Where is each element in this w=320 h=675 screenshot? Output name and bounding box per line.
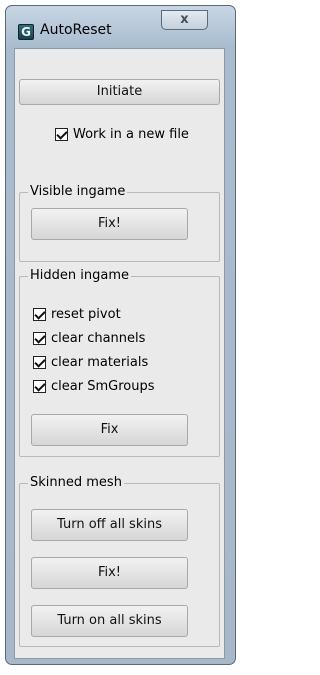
app-icon[interactable]: G	[18, 24, 34, 40]
hidden-ingame-group: Hidden ingame reset pivot clear channels…	[19, 268, 220, 457]
turn-off-all-skins-button[interactable]: Turn off all skins	[31, 509, 188, 541]
work-in-new-file-checkbox[interactable]	[55, 128, 68, 141]
skinned-mesh-group: Skinned mesh Turn off all skins Fix! Tur…	[19, 475, 220, 647]
initiate-button[interactable]: Initiate	[19, 79, 220, 105]
work-in-new-file-label: Work in a new file	[73, 127, 189, 142]
visible-ingame-title: Visible ingame	[28, 184, 128, 200]
clear-materials-label: clear materials	[51, 355, 149, 370]
clear-channels-label: clear channels	[51, 331, 146, 346]
skinned-fix-button[interactable]: Fix!	[31, 557, 188, 589]
reset-pivot-option[interactable]: reset pivot	[33, 307, 121, 322]
clear-smgroups-option[interactable]: clear SmGroups	[33, 379, 154, 394]
clear-smgroups-label: clear SmGroups	[51, 379, 155, 394]
reset-pivot-label: reset pivot	[51, 307, 121, 322]
clear-channels-option[interactable]: clear channels	[33, 331, 145, 346]
clear-channels-checkbox[interactable]	[33, 332, 46, 345]
work-in-new-file-option[interactable]: Work in a new file	[55, 127, 189, 142]
clear-materials-checkbox[interactable]	[33, 356, 46, 369]
reset-pivot-checkbox[interactable]	[33, 308, 46, 321]
visible-ingame-group: Visible ingame Fix!	[19, 184, 220, 262]
visible-fix-button[interactable]: Fix!	[31, 208, 188, 240]
rollout-panel: Initiate Work in a new file Visible inga…	[14, 48, 225, 659]
hidden-ingame-title: Hidden ingame	[28, 268, 131, 284]
autoreset-window: G AutoReset x Initiate Work in a new fil…	[5, 5, 236, 665]
clear-materials-option[interactable]: clear materials	[33, 355, 148, 370]
window-title: AutoReset	[40, 22, 112, 38]
hidden-fix-button[interactable]: Fix	[31, 414, 188, 446]
close-button[interactable]: x	[161, 10, 208, 30]
title-bar[interactable]: G AutoReset x	[6, 6, 235, 48]
turn-on-all-skins-button[interactable]: Turn on all skins	[31, 605, 188, 637]
skinned-mesh-title: Skinned mesh	[28, 475, 124, 491]
clear-smgroups-checkbox[interactable]	[33, 380, 46, 393]
